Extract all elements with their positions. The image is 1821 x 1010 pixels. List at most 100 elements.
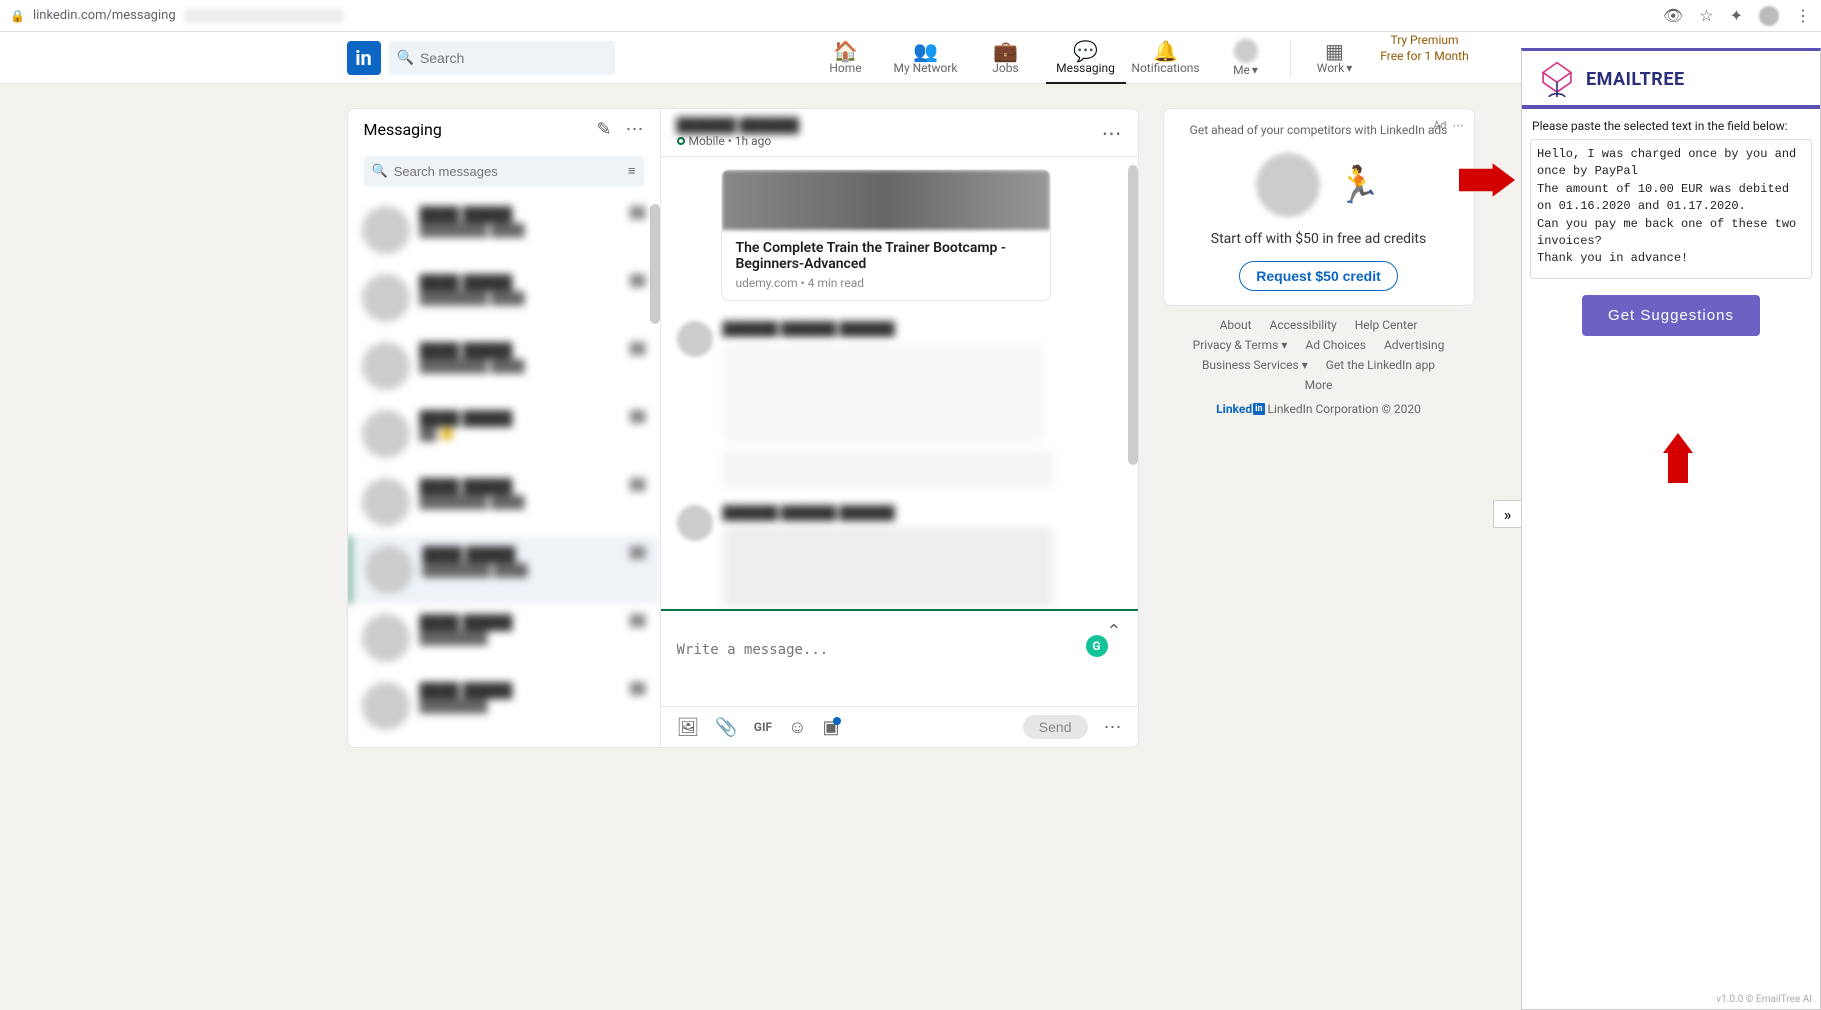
emailtree-brand: EMAILTREE [1586,69,1685,90]
compose-area: ⌃ [661,609,1138,706]
image-icon[interactable]: 🖼 [677,717,700,738]
footer-business[interactable]: Business Services ▾ [1202,358,1308,372]
conversation-items[interactable]: ████ █████████████ ██████ ████ █████████… [348,196,660,747]
sender-avatar [677,321,713,357]
footer-getapp[interactable]: Get the LinkedIn app [1326,358,1435,372]
conversation-header: ██████ ██████ Mobile • 1h ago ⋯ [661,109,1138,157]
ad-card: Ad ⋯ Get ahead of your competitors with … [1163,108,1475,306]
nav-home[interactable]: 🏠 Home [806,32,886,84]
footer-advertising[interactable]: Advertising [1384,338,1444,352]
conversation-item[interactable]: ████ █████████████ ██████ [348,332,660,400]
message-search-input[interactable] [394,164,628,179]
conversation-item-selected[interactable]: ████ █████████████ ██████ [348,536,660,604]
scrollbar[interactable] [1128,165,1138,465]
status-text: Mobile • 1h ago [689,134,772,148]
nav-network[interactable]: 👥 My Network [886,32,966,84]
search-input[interactable] [420,50,607,66]
me-avatar-icon [1234,39,1258,63]
footer-more[interactable]: More [1305,378,1333,392]
people-icon: 👥 [913,41,938,61]
send-button[interactable]: Send [1023,715,1088,739]
ad-more-icon[interactable]: ⋯ [1453,119,1464,132]
get-suggestions-button[interactable]: Get Suggestions [1582,295,1760,336]
messaging-title: Messaging [364,120,442,139]
expand-compose-icon[interactable]: ⌃ [1106,621,1121,642]
eye-off-icon[interactable]: 👁 [1663,6,1683,25]
conversation-item[interactable]: ████ ███████████████ [348,604,660,672]
compose-toolbar: 🖼 📎 GIF ☺ ▣ Send ⋯ [661,706,1138,747]
contact-status: Mobile • 1h ago [677,134,800,148]
footer-corp: Linkedin LinkedIn Corporation © 2020 [1163,402,1475,416]
nav-me[interactable]: Me▾ [1206,32,1286,84]
nav-messaging[interactable]: 💬 Messaging [1046,32,1126,84]
emailtree-instruction: Please paste the selected text in the fi… [1522,109,1820,139]
ad-avatar [1256,153,1320,217]
conversation-item[interactable]: ████ ███████ 😊██ [348,400,660,468]
video-icon[interactable]: ▣ [822,717,847,738]
message-block: ██████ ██████ ██████ [677,321,1122,487]
article-image [722,170,1050,230]
conversation-item[interactable]: ████ █████████████ ██████ [348,196,660,264]
nav-notifications-label: Notifications [1131,61,1199,75]
linkedin-logo[interactable]: in [347,41,381,75]
compose-more-icon[interactable]: ⋯ [1104,717,1122,738]
browser-address-bar: 🔒 linkedin.com/messaging 👁 ☆ ✦ ⋮ [0,0,1821,32]
footer-help[interactable]: Help Center [1355,318,1418,332]
filter-icon[interactable]: ≡ [628,163,636,179]
emoji-icon[interactable]: ☺ [788,717,806,738]
emailtree-textarea[interactable]: Hello, I was charged once by you and onc… [1530,139,1812,279]
shared-article-card[interactable]: The Complete Train the Trainer Bootcamp … [721,169,1051,301]
menu-dots-icon[interactable]: ⋮ [1795,6,1811,25]
conversation-item[interactable]: ████ ███████████████ [348,672,660,740]
compose-icon[interactable]: ✎ [596,119,611,140]
nav-jobs-label: Jobs [992,61,1018,75]
nav-jobs[interactable]: 💼 Jobs [966,32,1046,84]
status-dot-icon [677,137,685,145]
gif-button[interactable]: GIF [754,720,772,734]
grid-icon: ▦ [1325,41,1344,61]
footer-about[interactable]: About [1220,318,1252,332]
article-meta: udemy.com • 4 min read [736,276,1036,290]
annotation-arrow [1660,433,1696,483]
emailtree-version: v1.0.0 © EmailTree AI [1716,994,1812,1005]
emailtree-collapse-handle[interactable]: » [1493,500,1521,528]
footer-accessibility[interactable]: Accessibility [1270,318,1337,332]
nav-work[interactable]: ▦ Work▾ [1295,32,1375,84]
footer-adchoices[interactable]: Ad Choices [1305,338,1366,352]
runner-icon: 🏃 [1336,164,1381,206]
footer-privacy[interactable]: Privacy & Terms ▾ [1193,338,1288,352]
sender-avatar [677,505,713,541]
nav-home-label: Home [829,61,861,75]
footer-links: About Accessibility Help Center Privacy … [1163,318,1475,416]
message-search[interactable]: 🔍 ≡ [364,156,644,186]
conversation-list: Messaging ✎ ⋯ 🔍 ≡ ████ █████████████ [348,109,661,747]
ad-line: Start off with $50 in free ad credits [1178,231,1460,247]
messaging-card: Messaging ✎ ⋯ 🔍 ≡ ████ █████████████ [347,108,1139,748]
nav-separator [1290,40,1291,76]
nav-notifications[interactable]: 🔔 Notifications [1126,32,1206,84]
attachment-icon[interactable]: 📎 [715,717,737,738]
try-premium-link[interactable]: Try Premium Free for 1 Month [1375,32,1475,84]
url-text: linkedin.com/messaging [33,8,176,23]
conversation-body[interactable]: The Complete Train the Trainer Bootcamp … [661,157,1138,609]
profile-avatar[interactable] [1759,6,1779,26]
annotation-arrow [1459,162,1515,198]
home-icon: 🏠 [833,41,858,61]
nav-network-label: My Network [894,61,958,75]
conversation-item[interactable]: ████ █████████████ ██████ [348,264,660,332]
message-block: ██████ ██████ ██████ [677,505,1122,607]
extensions-icon[interactable]: ✦ [1730,6,1743,25]
emailtree-logo: EMAILTREE [1522,51,1820,109]
ad-label: Ad ⋯ [1433,119,1463,132]
emailtree-panel: EMAILTREE Please paste the selected text… [1521,48,1821,1010]
conversation-pane: ██████ ██████ Mobile • 1h ago ⋯ The Comp… [661,109,1138,747]
compose-input[interactable] [677,642,1122,702]
more-icon[interactable]: ⋯ [626,119,644,140]
ad-cta-button[interactable]: Request $50 credit [1239,261,1398,291]
star-icon[interactable]: ☆ [1699,6,1713,25]
conversation-more-icon[interactable]: ⋯ [1102,121,1122,145]
briefcase-icon: 💼 [993,41,1018,61]
grammarly-icon[interactable]: G [1086,635,1108,657]
conversation-item[interactable]: ████ █████████████ ██████ [348,468,660,536]
global-search[interactable]: 🔍 [389,41,615,75]
